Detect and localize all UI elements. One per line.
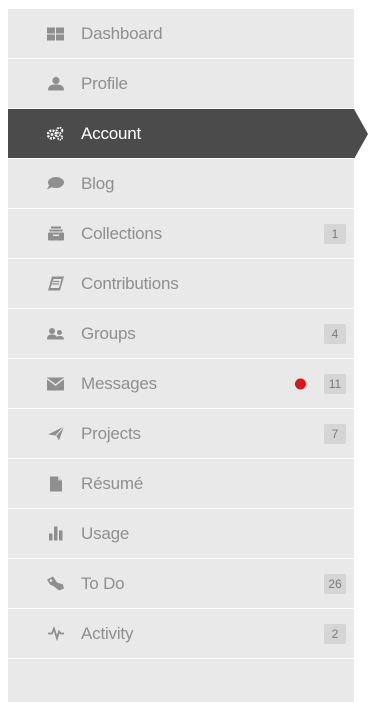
count-badge: 2 [324,623,346,644]
count-badge: 26 [324,573,346,594]
comment-icon [47,175,64,192]
sidebar-nav: Dashboard Profile Account Blog Collectio… [8,9,368,702]
sidebar-item-collections[interactable]: Collections 1 [8,209,354,259]
paper-plane-icon [47,425,64,442]
sidebar-item-label: Blog [81,173,115,193]
sidebar-item-account[interactable]: Account [8,109,368,159]
count-badge: 4 [324,323,346,344]
sidebar-item-usage[interactable]: Usage [8,509,354,559]
sidebar-item-groups[interactable]: Groups 4 [8,309,354,359]
sidebar-item-contributions[interactable]: Contributions [8,259,354,309]
sidebar-item-label: Activity [81,623,134,643]
count-badge: 1 [324,223,346,244]
sidebar-item-label: Account [81,123,142,143]
sidebar-item-todo[interactable]: To Do 26 [8,559,354,609]
cogs-icon [47,125,64,142]
activity-pulse-icon [47,625,64,642]
sidebar-item-label: Projects [81,423,141,443]
sidebar-item-label: Contributions [81,273,179,293]
alert-dot-icon [295,378,306,389]
sidebar-item-resume[interactable]: Résumé [8,459,354,509]
group-icon [47,325,64,342]
sidebar-item-label: Messages [81,373,157,393]
sidebar-item-messages[interactable]: Messages 11 [8,359,354,409]
dashboard-grid-icon [47,25,64,42]
sidebar-item-label: Résumé [81,473,144,493]
inbox-icon [47,225,64,242]
sidebar-item-profile[interactable]: Profile [8,59,354,109]
sidebar-item-dashboard[interactable]: Dashboard [8,9,354,59]
sidebar-item-label: Dashboard [81,23,163,43]
envelope-icon [47,375,64,392]
sidebar-item-projects[interactable]: Projects 7 [8,409,354,459]
sidebar-item-label: Usage [81,523,130,543]
count-badge: 11 [324,373,346,394]
bar-chart-icon [47,525,64,542]
sidebar-item-label: Collections [81,223,162,243]
sidebar-item-label: Profile [81,73,128,93]
tasks-icon [47,575,64,592]
file-icon [47,475,64,492]
book-icon [47,275,64,292]
sidebar-item-activity[interactable]: Activity 2 [8,609,354,659]
sidebar-item-blog[interactable]: Blog [8,159,354,209]
count-badge: 7 [324,423,346,444]
sidebar-item-label: Groups [81,323,136,343]
sidebar-item-label: To Do [81,573,125,593]
user-icon [47,75,64,92]
